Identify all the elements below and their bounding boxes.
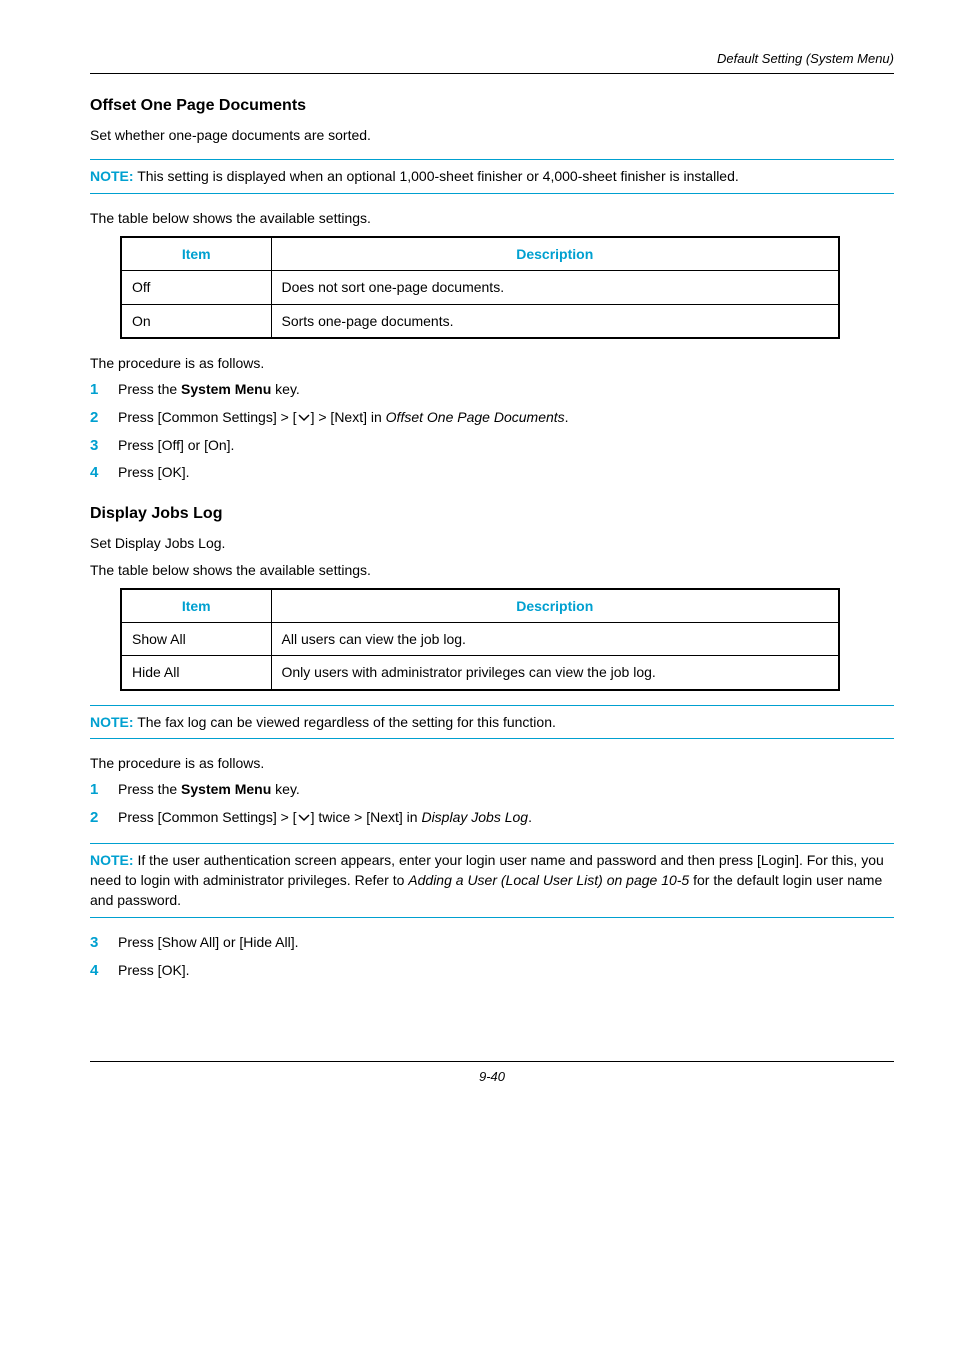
- step-item: 4 Press [OK].: [90, 462, 894, 484]
- note-text-ital: Adding a User (Local User List) on page …: [408, 872, 689, 888]
- step-number: 2: [90, 407, 118, 429]
- step-ital: Display Jobs Log: [421, 809, 528, 825]
- section1-intro: Set whether one-page documents are sorte…: [90, 125, 894, 145]
- step-text: Press the System Menu key.: [118, 379, 300, 399]
- step-number: 3: [90, 932, 118, 954]
- step-text: Press [OK].: [118, 960, 190, 980]
- step-text: Press [OK].: [118, 462, 190, 482]
- section2-table: Item Description Show All All users can …: [120, 588, 840, 691]
- running-head: Default Setting (System Menu): [90, 50, 894, 69]
- table-header-row: Item Description: [121, 237, 839, 271]
- cell-item: Off: [121, 271, 271, 304]
- step-item: 4 Press [OK].: [90, 960, 894, 982]
- note-label: NOTE:: [90, 714, 134, 730]
- step-item: 2 Press [Common Settings] > [ ] twice > […: [90, 807, 894, 829]
- th-item: Item: [121, 589, 271, 623]
- cell-item: Show All: [121, 623, 271, 656]
- note-text: The fax log can be viewed regardless of …: [137, 714, 556, 730]
- table-row: Hide All Only users with administrator p…: [121, 656, 839, 690]
- table-header-row: Item Description: [121, 589, 839, 623]
- cell-desc: Sorts one-page documents.: [271, 304, 839, 338]
- step-item: 1 Press the System Menu key.: [90, 379, 894, 401]
- section1-steps: 1 Press the System Menu key. 2 Press [Co…: [90, 379, 894, 484]
- step-ital: Offset One Page Documents: [386, 409, 565, 425]
- step-number: 1: [90, 379, 118, 401]
- step-number: 3: [90, 435, 118, 457]
- step-text: Press [Off] or [On].: [118, 435, 234, 455]
- header-rule: [90, 73, 894, 74]
- step-bold: System Menu: [181, 781, 271, 797]
- step-number: 1: [90, 779, 118, 801]
- step-number: 4: [90, 960, 118, 982]
- cell-item: Hide All: [121, 656, 271, 690]
- step-item: 3 Press [Off] or [On].: [90, 435, 894, 457]
- step-pre: Press [Common Settings] > [: [118, 809, 297, 825]
- section2-note1: NOTE: The fax log can be viewed regardle…: [90, 705, 894, 739]
- step-text: Press [Common Settings] > [ ] twice > [Ne…: [118, 807, 532, 827]
- cell-desc: Only users with administrator privileges…: [271, 656, 839, 690]
- section2-note2: NOTE: If the user authentication screen …: [90, 843, 894, 918]
- step-post: ] twice > [Next] in: [311, 809, 422, 825]
- step-post: key.: [271, 381, 300, 397]
- step-item: 2 Press [Common Settings] > [ ] > [Next] …: [90, 407, 894, 429]
- step-text: Press the System Menu key.: [118, 779, 300, 799]
- th-item: Item: [121, 237, 271, 271]
- note-text: This setting is displayed when an option…: [137, 168, 739, 184]
- th-desc: Description: [271, 237, 839, 271]
- chevron-down-icon: [297, 813, 311, 823]
- section1-proc-lead: The procedure is as follows.: [90, 353, 894, 373]
- step-post: ] > [Next] in: [311, 409, 386, 425]
- section2-intro1: Set Display Jobs Log.: [90, 533, 894, 553]
- section1-heading: Offset One Page Documents: [90, 94, 894, 117]
- step-text: Press [Show All] or [Hide All].: [118, 932, 299, 952]
- step-text: Press [Common Settings] > [ ] > [Next] in…: [118, 407, 569, 427]
- table-row: On Sorts one-page documents.: [121, 304, 839, 338]
- th-desc: Description: [271, 589, 839, 623]
- step-tail: .: [565, 409, 569, 425]
- page-footer: 9-40: [90, 1061, 894, 1087]
- step-number: 4: [90, 462, 118, 484]
- section2-heading: Display Jobs Log: [90, 502, 894, 525]
- note-label: NOTE:: [90, 168, 134, 184]
- section2-proc-lead: The procedure is as follows.: [90, 753, 894, 773]
- section2-intro2: The table below shows the available sett…: [90, 560, 894, 580]
- step-tail: .: [528, 809, 532, 825]
- step-pre: Press the: [118, 381, 181, 397]
- section1-table: Item Description Off Does not sort one-p…: [120, 236, 840, 339]
- table-row: Show All All users can view the job log.: [121, 623, 839, 656]
- step-pre: Press [Common Settings] > [: [118, 409, 297, 425]
- step-item: 1 Press the System Menu key.: [90, 779, 894, 801]
- table-row: Off Does not sort one-page documents.: [121, 271, 839, 304]
- chevron-down-icon: [297, 413, 311, 423]
- step-item: 3 Press [Show All] or [Hide All].: [90, 932, 894, 954]
- section2-steps2: 3 Press [Show All] or [Hide All]. 4 Pres…: [90, 932, 894, 982]
- step-pre: Press the: [118, 781, 181, 797]
- section2-steps1: 1 Press the System Menu key. 2 Press [Co…: [90, 779, 894, 829]
- section1-table-lead: The table below shows the available sett…: [90, 208, 894, 228]
- cell-item: On: [121, 304, 271, 338]
- section1-note: NOTE: This setting is displayed when an …: [90, 159, 894, 193]
- cell-desc: Does not sort one-page documents.: [271, 271, 839, 304]
- note-label: NOTE:: [90, 852, 134, 868]
- step-bold: System Menu: [181, 381, 271, 397]
- cell-desc: All users can view the job log.: [271, 623, 839, 656]
- step-post: key.: [271, 781, 300, 797]
- step-number: 2: [90, 807, 118, 829]
